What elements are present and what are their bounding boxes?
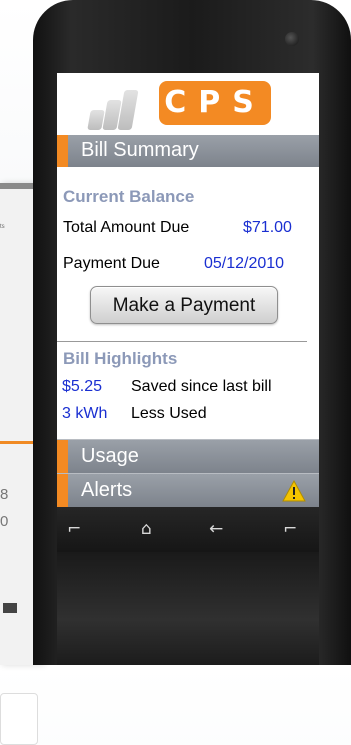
menu-item-label: Usage	[81, 445, 139, 467]
payment-due-label: Payment Due	[63, 255, 160, 272]
end-key-icon[interactable]: ⌐	[283, 519, 297, 539]
bill-summary-header: Bill Summary	[57, 135, 319, 167]
logo-graphic-icon	[87, 85, 153, 130]
phone-lower-bezel	[57, 552, 319, 665]
camera-icon	[285, 32, 299, 46]
app-header: CPS	[57, 73, 319, 133]
section-accent	[57, 135, 68, 167]
make-payment-button[interactable]: Make a Payment	[90, 286, 278, 324]
total-amount-label: Total Amount Due	[63, 219, 190, 236]
divider	[57, 341, 307, 342]
total-amount-value: $71.00	[243, 219, 292, 236]
phone-screen: CPS Bill Summary Current Balance Total A…	[57, 73, 319, 507]
menu-item-label: Alerts	[81, 479, 133, 501]
current-balance-heading: Current Balance	[63, 187, 195, 206]
payment-due-value: 05/12/2010	[204, 255, 285, 272]
background-window-text: ts	[0, 224, 5, 230]
back-key-icon[interactable]: ←	[209, 519, 223, 539]
section-title: Bill Summary	[81, 139, 199, 161]
highlight-value: 3 kWh	[62, 405, 108, 422]
navigation-keys: ⌐ ⌂ ← ⌐	[57, 507, 319, 552]
app-logo: CPS	[159, 81, 271, 125]
highlight-text: Saved since last bill	[131, 378, 272, 395]
warning-icon	[282, 480, 306, 502]
background-window-number: 8	[0, 486, 9, 503]
call-key-icon[interactable]: ⌐	[67, 519, 81, 539]
background-window-control-icon	[3, 603, 17, 613]
menu-item-usage[interactable]: Usage	[57, 439, 319, 473]
menu-item-alerts[interactable]: Alerts	[57, 473, 319, 507]
highlight-text: Less Used	[131, 405, 207, 422]
menu-accent	[57, 474, 68, 507]
highlight-value: $5.25	[62, 378, 103, 395]
home-key-icon[interactable]: ⌂	[141, 519, 152, 539]
bill-highlights-heading: Bill Highlights	[63, 349, 178, 368]
background-window-card	[0, 693, 38, 745]
background-window-number: 0	[0, 513, 9, 530]
menu-accent	[57, 440, 68, 473]
